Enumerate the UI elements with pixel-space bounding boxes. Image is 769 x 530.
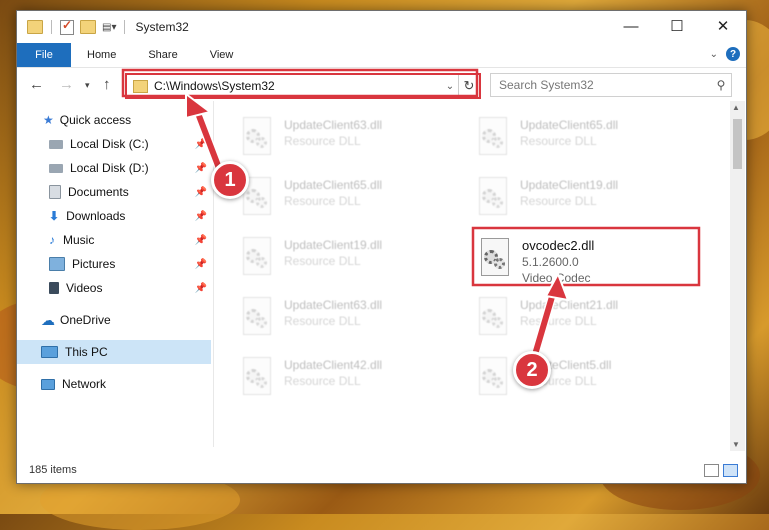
sidebar-item-pictures[interactable]: Pictures 📌 (17, 252, 211, 276)
file-item[interactable]: UpdateClient42.dll Resource DLL (240, 357, 460, 405)
recent-locations-button[interactable]: ▾ (85, 80, 90, 91)
file-item[interactable]: UpdateClient65.dll Resource DLL (476, 117, 696, 165)
dll-file-icon (240, 357, 274, 397)
sidebar-item-onedrive[interactable]: ☁ OneDrive (17, 308, 211, 332)
pin-icon: 📌 (194, 186, 207, 198)
close-button[interactable]: ✕ (700, 11, 746, 41)
dll-file-icon (476, 357, 510, 397)
document-icon (49, 185, 61, 199)
tab-file[interactable]: File (17, 43, 71, 67)
tab-share[interactable]: Share (132, 43, 193, 67)
file-item[interactable]: UpdateClient63.dll Resource DLL (240, 297, 460, 345)
dll-file-icon (240, 237, 274, 277)
navigation-bar: ← → ▾ ↑ C:\Windows\System32 ⌄ ↻ Search S… (17, 67, 746, 101)
status-bar: 185 items (17, 457, 746, 483)
step-1-badge: 1 (211, 161, 249, 199)
search-box[interactable]: Search System32 ⚲ (490, 73, 732, 97)
file-item[interactable]: UpdateClient65.dll Resource DLL (240, 177, 460, 225)
file-name: ovcodec2.dll (522, 238, 595, 253)
sidebar-item-music[interactable]: ♪ Music 📌 (17, 228, 211, 252)
maximize-button[interactable]: ☐ (654, 11, 700, 41)
pin-icon: 📌 (194, 282, 207, 294)
sidebar-item-local-disk-c[interactable]: Local Disk (C:) 📌 (17, 132, 211, 156)
file-item[interactable]: UpdateClient19.dll Resource DLL (476, 177, 696, 225)
address-path[interactable]: C:\Windows\System32 (154, 79, 442, 93)
pin-icon: 📌 (194, 138, 207, 150)
ribbon-tabs: File Home Share View ⌄ ? (17, 43, 746, 67)
scroll-up-icon[interactable]: ▲ (732, 103, 740, 112)
item-count: 185 items (29, 464, 77, 476)
file-item-ovcodec2[interactable]: ovcodec2.dll 5.1.2600.0 Video Codec (478, 238, 698, 286)
vertical-scrollbar[interactable]: ▲ ▼ (730, 101, 745, 451)
download-icon: ⬇ (49, 209, 60, 223)
file-type: Video Codec (522, 271, 591, 285)
network-icon (41, 378, 55, 390)
dll-file-icon (476, 117, 510, 157)
file-item[interactable]: UpdateClient21.dll Resource DLL (476, 297, 696, 345)
tab-home[interactable]: Home (71, 43, 132, 67)
sidebar-item-documents[interactable]: Documents 📌 (17, 180, 211, 204)
scroll-down-icon[interactable]: ▼ (732, 440, 740, 449)
back-button[interactable]: ← (29, 76, 44, 93)
address-bar[interactable]: C:\Windows\System32 ⌄ ↻ (125, 73, 481, 99)
new-folder-icon[interactable] (80, 20, 96, 34)
navigation-pane: ★ Quick access Local Disk (C:) 📌 Local D… (17, 101, 213, 451)
drive-icon (49, 163, 63, 173)
dll-file-icon (476, 297, 510, 337)
folder-icon (27, 20, 43, 34)
sidebar-item-local-disk-d[interactable]: Local Disk (D:) 📌 (17, 156, 211, 180)
chevron-down-icon[interactable]: ⌄ (442, 81, 458, 92)
pin-icon: 📌 (194, 162, 207, 174)
pictures-icon (49, 257, 65, 271)
step-2-badge: 2 (513, 351, 551, 389)
computer-icon (41, 346, 58, 358)
sidebar-item-this-pc[interactable]: This PC (17, 340, 211, 364)
sidebar-item-quick-access[interactable]: ★ Quick access (17, 108, 211, 132)
search-icon: ⚲ (716, 78, 726, 92)
sidebar-item-downloads[interactable]: ⬇ Downloads 📌 (17, 204, 211, 228)
file-version: 5.1.2600.0 (522, 255, 579, 269)
pin-icon: 📌 (194, 210, 207, 222)
pin-icon: 📌 (194, 258, 207, 270)
explorer-window: ▤▾ System32 — ☐ ✕ File Home Share View ⌄… (16, 10, 747, 484)
pin-icon: 📌 (194, 234, 207, 246)
file-item[interactable]: UpdateClient63.dll Resource DLL (240, 117, 460, 165)
sidebar-item-videos[interactable]: Videos 📌 (17, 276, 211, 300)
large-icons-view-icon[interactable] (723, 464, 738, 477)
videos-icon (49, 282, 59, 294)
forward-button[interactable]: → (59, 76, 74, 93)
dll-file-icon (478, 238, 512, 278)
help-icon[interactable]: ? (726, 47, 740, 61)
refresh-button[interactable]: ↻ (458, 75, 479, 97)
dll-file-icon (240, 297, 274, 337)
file-item[interactable]: UpdateClient19.dll Resource DLL (240, 237, 460, 285)
cloud-icon: ☁ (41, 311, 55, 328)
dll-file-icon (240, 117, 274, 157)
scroll-thumb[interactable] (733, 119, 742, 169)
folder-icon (133, 79, 148, 93)
search-input[interactable]: Search System32 (491, 78, 711, 92)
window-title: System32 (135, 20, 189, 34)
details-view-icon[interactable] (704, 464, 719, 477)
minimize-button[interactable]: — (608, 11, 654, 41)
properties-icon[interactable] (60, 18, 74, 35)
file-list: UpdateClient63.dll Resource DLL UpdateCli… (214, 101, 730, 447)
sidebar-item-network[interactable]: Network (17, 372, 211, 396)
music-icon: ♪ (49, 233, 55, 247)
customize-toolbar-icon[interactable]: ▤▾ (102, 22, 116, 33)
up-button[interactable]: ↑ (103, 76, 111, 93)
tab-view[interactable]: View (194, 43, 250, 67)
title-bar: ▤▾ System32 — ☐ ✕ (17, 11, 746, 43)
star-icon: ★ (43, 113, 54, 127)
dll-file-icon (476, 177, 510, 217)
expand-ribbon-icon[interactable]: ⌄ (710, 49, 718, 60)
drive-icon (49, 139, 63, 149)
quick-access-toolbar: ▤▾ (17, 18, 127, 35)
file-item[interactable]: UpdateClient5.dll Resource DLL (476, 357, 696, 405)
